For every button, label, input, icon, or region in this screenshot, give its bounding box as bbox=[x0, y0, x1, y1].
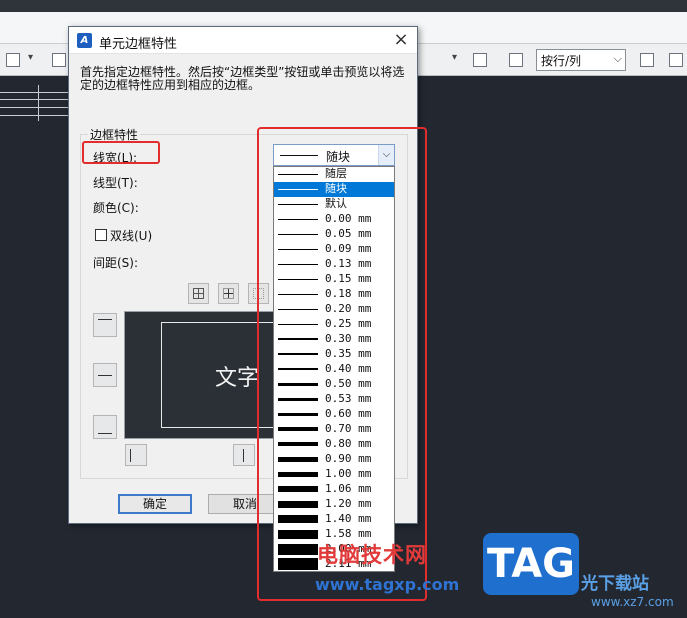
bottom-border-icon bbox=[98, 433, 112, 434]
table-line bbox=[38, 85, 39, 121]
dialog-titlebar: A 单元边框特性 × bbox=[69, 27, 417, 54]
table-line bbox=[0, 92, 68, 93]
title-strip bbox=[0, 0, 687, 12]
grid-icon[interactable] bbox=[52, 53, 66, 67]
color-label: 颜色(C): bbox=[93, 201, 139, 215]
insert-block-icon[interactable] bbox=[640, 53, 654, 67]
tag-logo: TAG bbox=[483, 533, 579, 595]
match-cell-icon[interactable] bbox=[509, 53, 523, 67]
center-border-icon bbox=[243, 449, 244, 462]
middle-border-button[interactable] bbox=[93, 363, 117, 387]
double-line-checkbox[interactable] bbox=[95, 229, 107, 241]
watermark-download-text: 光下载站 bbox=[581, 574, 649, 594]
all-borders-icon bbox=[193, 288, 204, 299]
watermark: 电脑技术网 www.tagxp.com TAG 光下载站 www.xz7.com bbox=[313, 533, 687, 618]
bottom-border-button[interactable] bbox=[93, 415, 117, 439]
chevron-down-icon[interactable]: ▾ bbox=[28, 52, 33, 63]
highlight-annotation bbox=[257, 127, 427, 601]
table-format-icon[interactable] bbox=[473, 53, 487, 67]
dialog-title: 单元边框特性 bbox=[99, 37, 178, 52]
table-line bbox=[0, 107, 68, 108]
top-border-icon bbox=[98, 319, 112, 320]
center-border-button[interactable] bbox=[233, 444, 255, 466]
highlight-annotation bbox=[82, 141, 160, 164]
left-border-icon bbox=[130, 449, 131, 462]
dialog-description: 首先指定边框特性。然后按“边框类型”按钮或单击预览以将选定的边框特性应用到相应的… bbox=[80, 65, 405, 92]
watermark-url: www.tagxp.com bbox=[315, 575, 460, 594]
chevron-down-icon[interactable]: ▾ bbox=[452, 52, 457, 63]
preview-text: 文字 bbox=[215, 366, 260, 391]
watermark-url-2: www.xz7.com bbox=[591, 595, 674, 609]
row-column-select[interactable]: 按行/列 ⌵ bbox=[536, 49, 626, 71]
double-line-label: 双线(U) bbox=[110, 229, 153, 243]
table-icon[interactable] bbox=[6, 53, 20, 67]
app-logo-icon: A bbox=[77, 33, 92, 48]
inside-borders-icon bbox=[223, 288, 234, 299]
linetype-label: 线型(T): bbox=[93, 176, 138, 190]
table-line bbox=[0, 115, 68, 116]
ok-button[interactable]: 确定 bbox=[118, 494, 192, 514]
all-borders-button[interactable] bbox=[188, 283, 209, 304]
chevron-down-icon: ⌵ bbox=[613, 52, 622, 65]
table-line bbox=[0, 99, 68, 100]
close-icon[interactable]: × bbox=[391, 30, 411, 50]
watermark-site-name: 电脑技术网 bbox=[317, 543, 427, 567]
top-border-button[interactable] bbox=[93, 313, 117, 337]
inside-borders-button[interactable] bbox=[218, 283, 239, 304]
spacing-label: 间距(S): bbox=[93, 256, 139, 270]
field-icon[interactable] bbox=[669, 53, 683, 67]
row-column-select-value: 按行/列 bbox=[541, 54, 582, 68]
left-border-button[interactable] bbox=[125, 444, 147, 466]
middle-border-icon bbox=[98, 375, 112, 376]
